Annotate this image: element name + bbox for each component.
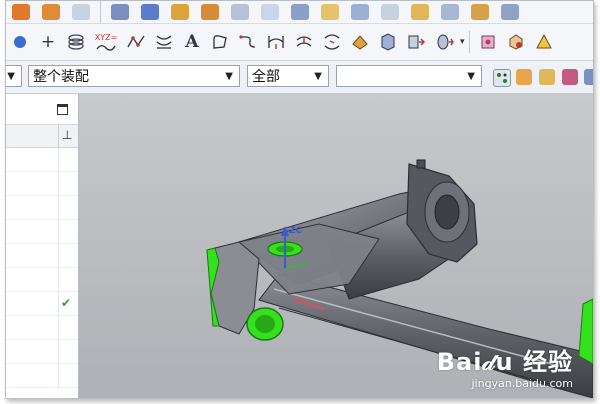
cell-divider xyxy=(58,220,59,243)
ribbon-icon-12[interactable] xyxy=(351,4,369,20)
cell-divider xyxy=(58,244,59,267)
project-curve-icon[interactable] xyxy=(263,29,289,55)
body-rule-icon[interactable] xyxy=(562,69,578,85)
ribbon-icon-8[interactable] xyxy=(231,4,249,20)
watermark-logo: Bai𝒹u 经验 xyxy=(436,348,573,376)
secondary-filter-select[interactable]: ▼ xyxy=(336,65,482,87)
baidu-watermark: Bai𝒹u 经验 jingyan.baidu.com xyxy=(437,342,573,390)
sphere-icon[interactable] xyxy=(7,29,33,55)
tools-toolbar: + XYZ= A ▾ xyxy=(6,24,593,61)
divider xyxy=(468,31,470,53)
navigator-row[interactable] xyxy=(6,244,78,268)
divider xyxy=(100,1,101,23)
cell-divider xyxy=(58,340,59,363)
curve-rule-icon[interactable] xyxy=(516,69,532,85)
cell-divider xyxy=(58,292,59,315)
navigator-column-header: ⊥ xyxy=(6,125,78,148)
cell-divider xyxy=(58,172,59,195)
measure-triangle-icon[interactable] xyxy=(531,29,557,55)
navigator-row[interactable] xyxy=(6,172,78,196)
ribbon-icon-7[interactable] xyxy=(201,4,219,20)
selection-scope-select[interactable]: 整个装配 ▼ xyxy=(28,65,240,87)
navigator-header xyxy=(6,94,78,125)
watermark-url: jingyan.baidu.com xyxy=(471,377,573,390)
assembly-cube-icon[interactable] xyxy=(475,29,501,55)
extract-curve-icon[interactable] xyxy=(347,29,373,55)
chevron-down-icon: ▼ xyxy=(7,71,15,82)
law-curve-icon[interactable] xyxy=(151,29,177,55)
navigator-row[interactable] xyxy=(6,220,78,244)
navigator-row[interactable] xyxy=(6,268,78,292)
ribbon-icon-11[interactable] xyxy=(321,4,339,20)
combined-curve-icon[interactable] xyxy=(291,29,317,55)
selection-bar: ▼ 整个装配 ▼ 全部 ▼ ▼ xyxy=(6,61,593,94)
far-right-edge xyxy=(578,298,593,365)
ribbon-icon-2[interactable] xyxy=(42,4,60,20)
expression-curve-button[interactable]: XYZ= xyxy=(91,29,121,55)
selection-scope-value: 整个装配 xyxy=(33,69,89,85)
navigator-row[interactable] xyxy=(6,340,78,364)
ribbon-icon-13[interactable] xyxy=(381,4,399,20)
xyz-label: XYZ= xyxy=(94,32,118,42)
bridge-curve-icon[interactable] xyxy=(235,29,261,55)
more-tools-arrow-icon[interactable]: ▾ xyxy=(460,37,465,47)
column-divider[interactable] xyxy=(58,125,59,147)
part-navigator-panel: ⊥ ✔ xyxy=(6,94,79,398)
plus-tool-button[interactable]: + xyxy=(35,29,61,55)
navigator-row[interactable] xyxy=(6,148,78,172)
mirror-curve-icon[interactable] xyxy=(319,29,345,55)
ribbon-icon-15[interactable] xyxy=(441,4,459,20)
cell-divider xyxy=(58,196,59,219)
ribbon-icon-1[interactable] xyxy=(12,4,30,20)
graphics-viewport[interactable]: ZC Bai𝒹u 经验 jingyan.baidu.com xyxy=(79,94,593,398)
face-rule-icon[interactable] xyxy=(539,69,555,85)
ribbon-icon-14[interactable] xyxy=(411,4,429,20)
ribbon-icon-16[interactable] xyxy=(471,4,489,20)
trim-curve-icon[interactable] xyxy=(403,29,429,55)
ribbon-icon-10[interactable] xyxy=(291,4,309,20)
text-tool-button[interactable]: A xyxy=(179,29,205,55)
helix-icon[interactable] xyxy=(63,29,89,55)
ribbon-icon-4[interactable] xyxy=(111,4,129,20)
navigator-row[interactable] xyxy=(6,364,78,388)
ribbon-icon-5[interactable] xyxy=(141,4,159,20)
offset-curve-icon[interactable] xyxy=(207,29,233,55)
column-header-glyph: ⊥ xyxy=(62,128,73,142)
spline-points-icon[interactable] xyxy=(123,29,149,55)
ribbon-icon-6[interactable] xyxy=(171,4,189,20)
isoparametric-curve-icon[interactable] xyxy=(375,29,401,55)
chevron-down-icon: ▼ xyxy=(225,71,233,82)
navigator-row[interactable] xyxy=(6,196,78,220)
cell-divider xyxy=(58,316,59,339)
ribbon-icon-17[interactable] xyxy=(501,4,519,20)
cell-divider xyxy=(58,148,59,171)
navigator-row[interactable]: ✔ xyxy=(6,292,78,316)
chevron-down-icon: ▼ xyxy=(467,71,475,82)
feature-rule-icon[interactable] xyxy=(584,69,593,85)
chevron-down-icon: ▼ xyxy=(314,71,322,82)
component-filter-value: 全部 xyxy=(252,69,280,85)
maximize-icon[interactable] xyxy=(57,104,68,115)
cell-divider xyxy=(58,268,59,291)
ribbon-icon-3[interactable] xyxy=(72,4,90,20)
split-curve-icon[interactable] xyxy=(431,29,457,55)
cell-divider xyxy=(58,364,59,387)
navigator-row[interactable] xyxy=(6,316,78,340)
snap-points-icon[interactable] xyxy=(493,69,511,87)
component-box-icon[interactable] xyxy=(503,29,529,55)
checkmark-icon[interactable]: ✔ xyxy=(61,296,71,310)
ribbon-icon-9[interactable] xyxy=(261,4,279,20)
ribbon-icon-row xyxy=(6,1,593,24)
type-filter-select[interactable]: ▼ xyxy=(6,65,22,87)
nx-cad-window: + XYZ= A ▾ ▼ 整个装配 ▼ 全部 ▼ ▼ ⊥ ✔ ZC Bai𝒹u … xyxy=(5,0,594,399)
zc-axis-label: ZC xyxy=(289,226,303,236)
component-filter-select[interactable]: 全部 ▼ xyxy=(247,65,329,87)
